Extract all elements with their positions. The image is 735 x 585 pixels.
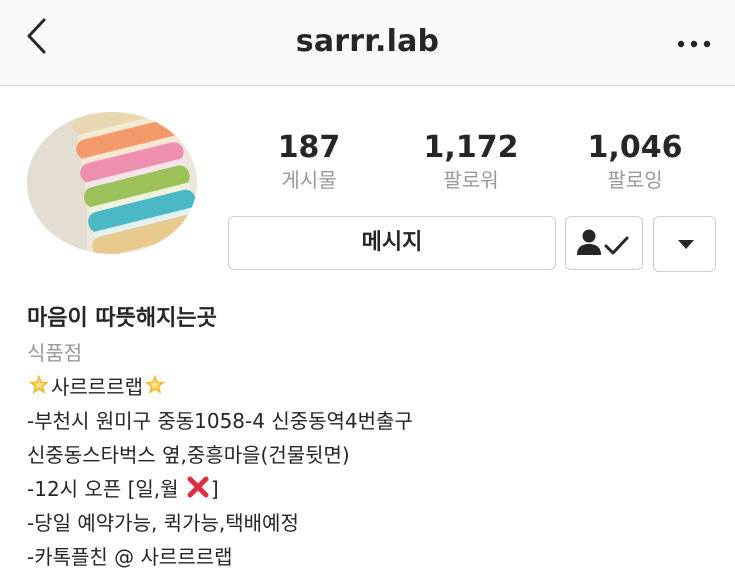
profile-bio: 마음이 따뜻해지는곳 식품점 사르르르랩 -부천시 원미구 중동1058-4 신… [27,302,717,574]
bio-kakao-line[interactable]: -카톡플친 @ 사르르르랩 [27,540,717,574]
glowing-star-icon [29,374,49,394]
bio-address-line: -부천시 원미구 중동1058-4 신중동역4번출구 [27,409,413,433]
bio-landmark-line: 신중동스타벅스 옆,중흥마을(건물뒷면) [27,443,350,467]
cross-mark-icon [187,476,209,498]
profile-username-title: sarrr.lab [295,24,440,59]
following-label: 팔로잉 [607,168,663,192]
bio-brand-line: 사르르르랩 [27,370,717,404]
glowing-star-icon [145,374,165,394]
bio-hours-line: -12시 오픈 [일,월 ] [27,472,717,506]
posts-count: 187 [277,130,341,165]
following-button[interactable] [565,216,643,270]
more-horizontal-icon [677,40,711,48]
bio-hours-text: -12시 오픈 [일,월 [27,477,179,501]
person-check-icon [577,229,629,255]
profile-avatar[interactable] [27,112,197,254]
profile-display-name: 마음이 따뜻해지는곳 [27,306,217,331]
suggestions-dropdown-button[interactable] [653,216,716,272]
profile-category[interactable]: 식품점 [27,336,717,370]
more-options-button[interactable] [675,30,713,54]
stat-followers[interactable]: 1,172 팔로워 [411,130,531,194]
caret-down-icon [678,240,694,249]
stat-posts: 187 게시물 [249,130,369,194]
posts-label: 게시물 [281,168,337,192]
message-button[interactable]: 메시지 [228,216,556,270]
bio-reservation-line: -당일 예약가능, 퀵가능,택배예정 [27,511,299,535]
macaron-stack-photo [27,112,197,254]
bio-brand-text: 사르르르랩 [51,375,143,399]
following-count: 1,046 [587,130,683,165]
followers-label: 팔로워 [443,168,499,192]
top-navigation-bar: sarrr.lab [0,0,735,86]
bio-hours-close: ] [210,477,219,501]
stat-following[interactable]: 1,046 팔로잉 [575,130,695,194]
followers-count: 1,172 [423,130,519,165]
